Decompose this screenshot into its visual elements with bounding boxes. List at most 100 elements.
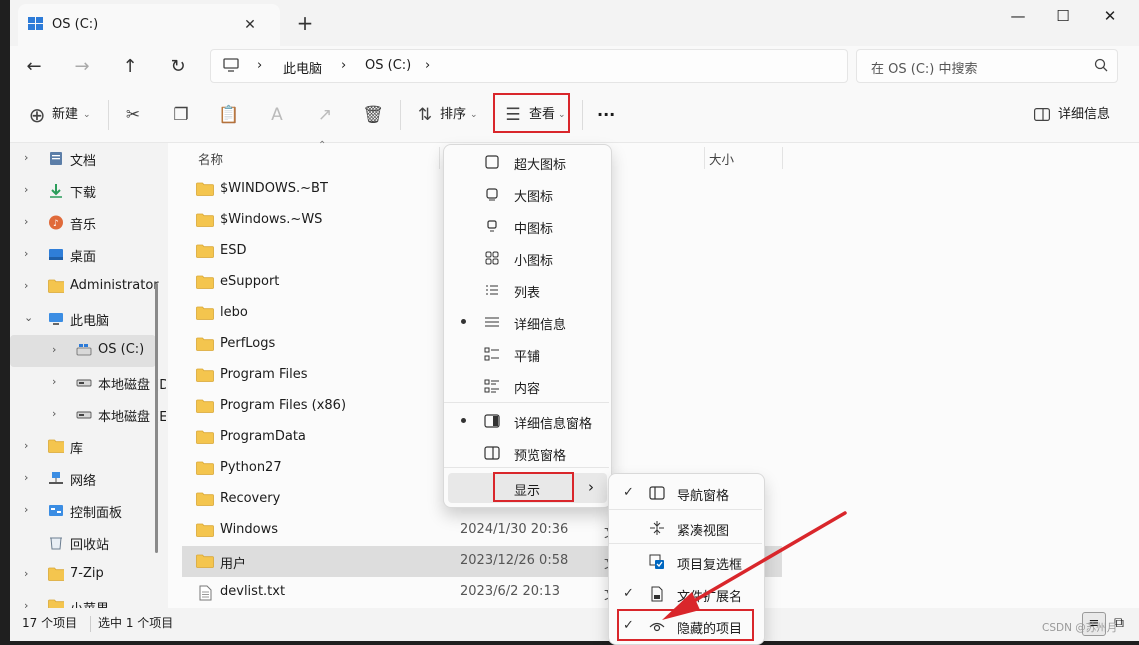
- refresh-button[interactable]: ↻: [162, 52, 194, 82]
- view-menu-item-5[interactable]: 详细信息: [448, 307, 607, 337]
- nav-item-label: 小苹果: [70, 598, 109, 608]
- nav-item-13[interactable]: › 7-Zip: [10, 559, 156, 591]
- chevron-icon[interactable]: ›: [24, 567, 28, 580]
- view-menu-item-3[interactable]: 小图标: [448, 243, 607, 273]
- large-icons-icon: [484, 186, 500, 202]
- divider: [108, 100, 109, 130]
- folder-icon: [196, 182, 214, 196]
- view-menu-item-9[interactable]: 预览窗格: [448, 438, 607, 468]
- chevron-icon[interactable]: ›: [24, 183, 28, 196]
- nav-item-10[interactable]: › 网络: [10, 463, 156, 495]
- file-name: eSupport: [220, 274, 280, 289]
- file-name: Windows: [220, 522, 279, 537]
- new-tab-button[interactable]: +: [294, 12, 316, 34]
- close-window-button[interactable]: ✕: [1087, 5, 1133, 27]
- view-menu-label: 预览窗格: [514, 449, 567, 464]
- chevron-icon[interactable]: ›: [24, 151, 28, 164]
- back-button[interactable]: ←: [18, 52, 50, 82]
- chevron-icon[interactable]: ›: [24, 439, 28, 452]
- item-count: 17 个项目: [22, 616, 78, 630]
- file-name: Recovery: [220, 491, 281, 506]
- address-bar[interactable]: › 此电脑 › OS (C:) ›: [210, 49, 848, 83]
- nav-scrollbar[interactable]: [155, 283, 158, 553]
- view-menu-label: 详细信息窗格: [514, 417, 593, 432]
- copy-icon[interactable]: ❐: [170, 104, 192, 126]
- nav-item-1[interactable]: › 下载: [10, 175, 156, 207]
- file-name: ESD: [220, 243, 247, 258]
- view-menu-item-0[interactable]: 超大图标: [448, 147, 607, 177]
- nav-item-4[interactable]: › Administrator: [10, 271, 159, 303]
- chevron-icon[interactable]: ›: [24, 215, 28, 228]
- svg-text:♪: ♪: [53, 219, 59, 229]
- nav-item-12[interactable]: 回收站: [10, 527, 156, 559]
- navigation-pane: › 文档 › 下载 › ♪ 音乐 › 桌面 › Administrator ⌄ 此电脑 › OS (C:) ›…: [10, 143, 166, 608]
- chevron-icon[interactable]: ›: [52, 407, 56, 420]
- tab-close-icon[interactable]: ✕: [240, 15, 260, 35]
- new-button[interactable]: 新建: [52, 102, 78, 128]
- breadcrumb-os-c[interactable]: OS (C:): [365, 58, 411, 73]
- nav-item-label: OS (C:): [98, 342, 145, 357]
- nav-item-label: 音乐: [70, 218, 97, 233]
- nav-item-9[interactable]: › 库: [10, 431, 156, 463]
- folder-icon: [196, 399, 214, 413]
- drive-icon: [76, 407, 92, 422]
- chevron-icon[interactable]: ›: [52, 343, 56, 356]
- nav-item-2[interactable]: › ♪ 音乐: [10, 207, 156, 239]
- nav-item-7[interactable]: ›本地磁盘 (D:): [10, 367, 166, 399]
- folder-icon: [196, 275, 214, 289]
- chevron-icon[interactable]: ⌄: [24, 311, 33, 324]
- control-panel-icon: [48, 503, 64, 518]
- folder-icon: [48, 599, 64, 608]
- download-icon: [48, 183, 64, 198]
- nav-item-11[interactable]: › 控制面板: [10, 495, 156, 527]
- up-button[interactable]: ↑: [114, 52, 146, 82]
- nav-item-label: 回收站: [70, 538, 110, 553]
- chevron-icon[interactable]: ›: [24, 503, 28, 516]
- minimize-button[interactable]: —: [995, 5, 1041, 27]
- search-placeholder: 在 OS (C:) 中搜索: [871, 62, 978, 77]
- chevron-icon[interactable]: ›: [24, 599, 28, 608]
- file-name: Program Files: [220, 367, 308, 382]
- view-menu-item-1[interactable]: 大图标: [448, 179, 607, 209]
- search-box[interactable]: 在 OS (C:) 中搜索: [856, 49, 1118, 83]
- tab-os-c[interactable]: OS (C:) ✕: [18, 4, 280, 46]
- nav-item-3[interactable]: › 桌面: [10, 239, 156, 271]
- nav-item-6[interactable]: › OS (C:): [10, 335, 156, 367]
- file-date: 2023/12/26 0:58: [460, 553, 569, 568]
- chevron-icon[interactable]: ›: [24, 279, 28, 292]
- breadcrumb-separator: ›: [257, 58, 263, 73]
- more-options-button[interactable]: ···: [597, 102, 615, 128]
- view-menu-item-7[interactable]: 内容: [448, 371, 607, 401]
- forward-button[interactable]: →: [66, 52, 98, 82]
- breadcrumb-separator: ›: [341, 58, 347, 73]
- nav-item-5[interactable]: ⌄ 此电脑: [10, 303, 156, 335]
- chevron-icon[interactable]: ›: [24, 247, 28, 260]
- file-name: Python27: [220, 460, 282, 475]
- details-button[interactable]: 详细信息: [1058, 102, 1110, 128]
- sort-button[interactable]: 排序: [440, 102, 466, 128]
- nav-item-label: Administrator: [70, 278, 159, 293]
- network-icon: [48, 471, 64, 486]
- view-menu-item-4[interactable]: 列表: [448, 275, 607, 305]
- medium-icons-icon: [484, 218, 500, 234]
- folder-icon: [196, 554, 214, 568]
- rename-icon[interactable]: A: [266, 104, 288, 126]
- chevron-icon[interactable]: ›: [52, 375, 56, 388]
- paste-icon[interactable]: 📋: [218, 104, 240, 126]
- view-menu-item-2[interactable]: 中图标: [448, 211, 607, 241]
- breadcrumb-this-pc[interactable]: 此电脑: [283, 58, 322, 77]
- view-menu-item-8[interactable]: 详细信息窗格: [448, 406, 607, 436]
- details-icon: [484, 314, 500, 330]
- delete-icon[interactable]: 🗑: [362, 104, 384, 126]
- breadcrumb-separator: ›: [425, 58, 431, 73]
- maximize-button[interactable]: ☐: [1040, 5, 1086, 27]
- cut-icon[interactable]: ✂: [122, 104, 144, 126]
- view-menu-label: 超大图标: [514, 158, 567, 173]
- share-icon[interactable]: ↗: [314, 104, 336, 126]
- nav-item-14[interactable]: › 小苹果: [10, 591, 156, 608]
- chevron-icon[interactable]: ›: [24, 471, 28, 484]
- file-name: $Windows.~WS: [220, 212, 323, 227]
- nav-item-0[interactable]: › 文档: [10, 143, 156, 175]
- view-menu-item-6[interactable]: 平铺: [448, 339, 607, 369]
- nav-item-8[interactable]: ›本地磁盘 (E:): [10, 399, 166, 431]
